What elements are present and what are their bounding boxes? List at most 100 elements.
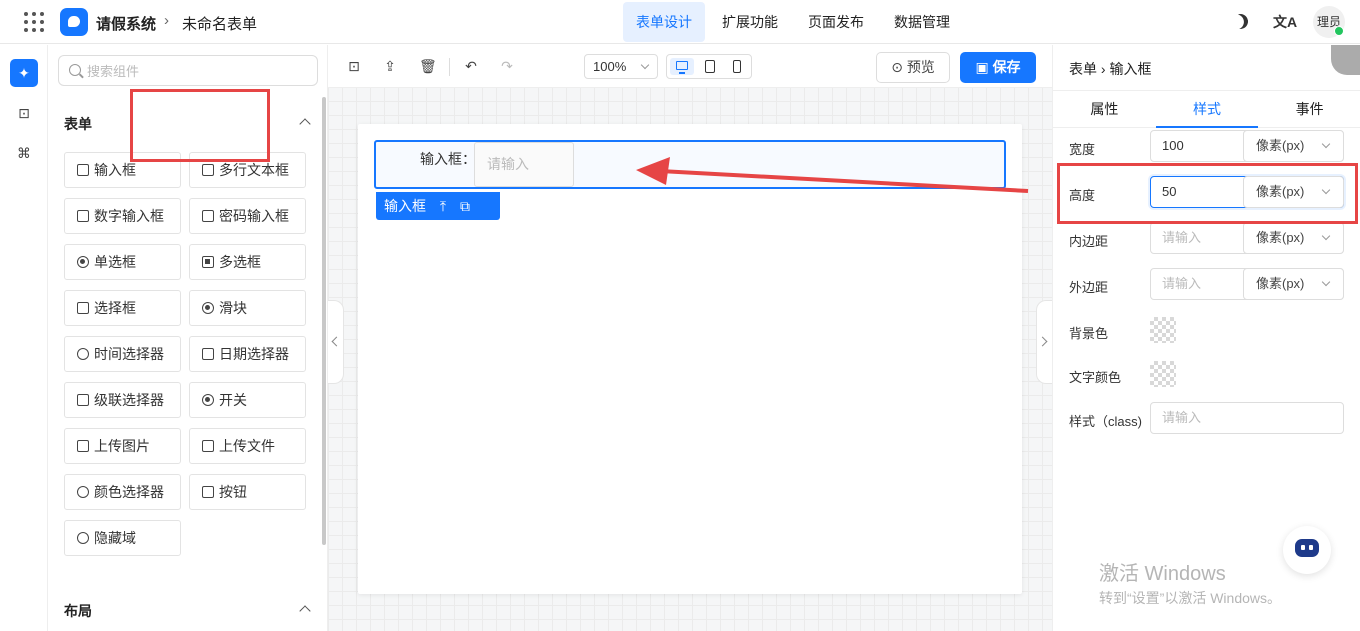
translate-icon[interactable]: 文A xyxy=(1273,12,1297,32)
fullscreen-corner-icon[interactable] xyxy=(1331,45,1360,75)
component-button[interactable]: 按钮 xyxy=(189,474,306,510)
avatar[interactable]: 理员 xyxy=(1313,6,1345,38)
component-search[interactable] xyxy=(58,55,318,86)
margin-unit-select[interactable]: 像素(px) xyxy=(1243,268,1344,300)
components-puzzle-icon[interactable]: ✦ xyxy=(10,59,38,87)
tab-attributes[interactable]: 属性 xyxy=(1053,91,1156,127)
component-list: 输入框 多行文本框 数字输入框 密码输入框 单选框 多选框 选择框 滑块 时间选… xyxy=(64,152,306,556)
select-icon xyxy=(77,302,89,314)
width-row: 宽度 100 像素(px) xyxy=(1053,130,1360,164)
tab-page-publish[interactable]: 页面发布 xyxy=(795,2,877,42)
cascader-icon xyxy=(77,394,89,406)
component-password-input[interactable]: 密码输入框 xyxy=(189,198,306,234)
component-switch[interactable]: 开关 xyxy=(189,382,306,418)
background-color-row: 背景色 xyxy=(1053,314,1360,348)
form-name[interactable]: 未命名表单 xyxy=(182,13,257,34)
tab-data-management[interactable]: 数据管理 xyxy=(881,2,963,42)
section-title-layout: 布局 xyxy=(64,603,92,619)
properties-tabs: 属性 样式 事件 xyxy=(1053,90,1360,128)
tab-style[interactable]: 样式 xyxy=(1155,91,1259,128)
text-color-label: 文字颜色 xyxy=(1069,370,1122,385)
component-slider[interactable]: 滑块 xyxy=(189,290,306,326)
palette-icon xyxy=(77,486,89,498)
dark-mode-moon-icon[interactable] xyxy=(1231,12,1250,31)
component-number-input[interactable]: 数字输入框 xyxy=(64,198,181,234)
code-view-icon[interactable]: ⊡ xyxy=(347,59,361,73)
trash-icon[interactable]: 🗑 xyxy=(419,59,437,73)
background-color-label: 背景色 xyxy=(1069,326,1109,341)
desktop-icon xyxy=(676,61,688,74)
class-row: 样式（class) 请输入 xyxy=(1053,402,1360,436)
redo-icon[interactable]: ↷ xyxy=(500,59,514,73)
tree-structure-icon[interactable]: ⌘ xyxy=(10,139,38,167)
preview-button[interactable]: ⊙ 预览 xyxy=(876,52,950,83)
margin-label: 外边距 xyxy=(1069,280,1109,295)
search-input[interactable] xyxy=(87,61,307,81)
top-nav-tabs: 表单设计 扩展功能 页面发布 数据管理 xyxy=(623,2,967,42)
chevron-left-icon xyxy=(331,336,342,347)
tablet-device-button[interactable] xyxy=(698,58,722,75)
collapse-left-panel-handle[interactable] xyxy=(328,300,344,384)
chat-bot-icon[interactable] xyxy=(1283,526,1331,574)
pencil-icon xyxy=(77,164,89,176)
width-unit-select[interactable]: 像素(px) xyxy=(1243,130,1344,162)
tablet-icon xyxy=(705,60,715,73)
tab-events[interactable]: 事件 xyxy=(1258,91,1360,127)
radio-icon xyxy=(77,256,89,268)
component-time-picker[interactable]: 时间选择器 xyxy=(64,336,181,372)
search-icon xyxy=(69,64,81,76)
component-radio[interactable]: 单选框 xyxy=(64,244,181,280)
width-label: 宽度 xyxy=(1069,142,1096,157)
text-color-swatch[interactable] xyxy=(1150,361,1176,387)
form-canvas[interactable]: 输入框： 请输入 输入框 ⤒ ⧉ 🗑 xyxy=(358,124,1022,594)
component-cascader[interactable]: 级联选择器 xyxy=(64,382,181,418)
annotation-highlight-box xyxy=(130,89,270,162)
class-label: 样式（class) xyxy=(1069,414,1142,429)
delete-icon[interactable]: 🗑 xyxy=(384,226,402,242)
collapse-right-panel-handle[interactable] xyxy=(1036,300,1052,384)
tab-form-design[interactable]: 表单设计 xyxy=(623,2,705,42)
selection-toolbar: 输入框 ⤒ ⧉ 🗑 xyxy=(376,192,500,242)
background-color-swatch[interactable] xyxy=(1150,317,1176,343)
annotation-highlight-box xyxy=(1057,163,1358,224)
copy-icon[interactable]: ⧉ xyxy=(460,198,470,214)
padding-unit-select[interactable]: 像素(px) xyxy=(1243,222,1344,254)
desktop-device-button[interactable] xyxy=(670,58,694,75)
import-icon[interactable]: ⇪ xyxy=(383,59,397,73)
tab-extensions[interactable]: 扩展功能 xyxy=(709,2,791,42)
collapse-chevron-up-icon[interactable] xyxy=(299,605,311,617)
calendar-icon xyxy=(202,348,214,360)
field-input-preview[interactable]: 请输入 xyxy=(474,142,574,187)
field-label: 输入框： xyxy=(420,151,476,167)
toolbar-divider xyxy=(449,58,450,76)
component-color-picker[interactable]: 颜色选择器 xyxy=(64,474,181,510)
lock-icon xyxy=(202,210,214,222)
zoom-select[interactable]: 100% xyxy=(584,54,658,79)
component-upload-image[interactable]: 上传图片 xyxy=(64,428,181,464)
component-upload-file[interactable]: 上传文件 xyxy=(189,428,306,464)
mobile-device-button[interactable] xyxy=(725,58,749,75)
class-input[interactable]: 请输入 xyxy=(1150,402,1344,434)
collapse-chevron-up-icon[interactable] xyxy=(299,118,311,130)
design-canvas: ⊡ ⇪ 🗑 ↶ ↷ 100% ⊙ 预览 ▣ 保存 输入框： 请输入 输入框 ⤒ … xyxy=(328,45,1052,631)
section-title-form: 表单 xyxy=(64,116,92,132)
windows-activation-watermark: 激活 Windows 转到“设置”以激活 Windows。 xyxy=(1099,557,1281,608)
top-bar: 请假系统 › 未命名表单 表单设计 扩展功能 页面发布 数据管理 文A 理员 xyxy=(0,0,1360,44)
component-select[interactable]: 选择框 xyxy=(64,290,181,326)
code-icon[interactable]: ⊡ xyxy=(10,99,38,127)
canvas-toolbar: ⊡ ⇪ 🗑 ↶ ↷ 100% ⊙ 预览 ▣ 保存 xyxy=(328,45,1052,88)
undo-icon[interactable]: ↶ xyxy=(464,59,478,73)
watermark-subtitle: 转到“设置”以激活 Windows。 xyxy=(1099,590,1282,606)
text-color-row: 文字颜色 xyxy=(1053,358,1360,392)
chevron-right-icon xyxy=(1037,336,1048,347)
panel-scrollbar[interactable] xyxy=(322,97,326,545)
move-top-icon[interactable]: ⤒ xyxy=(440,198,446,214)
apps-grid-icon[interactable] xyxy=(24,12,44,32)
watermark-title: 激活 Windows xyxy=(1099,563,1226,585)
selected-input-field[interactable]: 输入框： 请输入 xyxy=(374,140,1006,189)
slider-icon xyxy=(202,302,214,314)
component-hidden-field[interactable]: 隐藏域 xyxy=(64,520,181,556)
component-checkbox[interactable]: 多选框 xyxy=(189,244,306,280)
component-date-picker[interactable]: 日期选择器 xyxy=(189,336,306,372)
save-button[interactable]: ▣ 保存 xyxy=(960,52,1036,83)
